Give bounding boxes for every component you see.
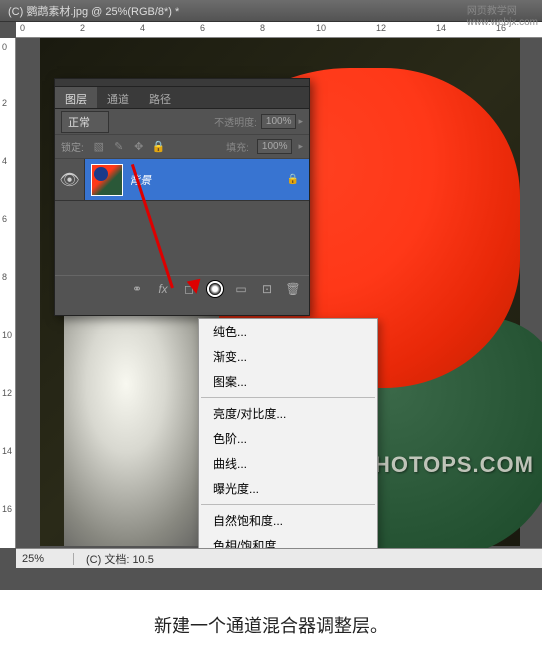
watermark-bottom: PHOTOPS.COM [358, 452, 534, 478]
visibility-toggle[interactable]: 👁 [55, 159, 85, 200]
link-layers-icon[interactable]: ⚭ [129, 281, 145, 297]
menu-brightness-contrast[interactable]: 亮度/对比度... [199, 401, 377, 426]
ruler-horizontal: 0 2 4 6 8 10 12 14 16 [16, 22, 542, 38]
menu-separator [201, 504, 375, 505]
status-bar: 25% (C) 文档: 10.5 [16, 548, 542, 568]
app-window: 网页教学网 www.webjx.com (C) 鹦鹉素材.jpg @ 25%(R… [0, 0, 542, 590]
menu-separator [201, 397, 375, 398]
lock-transparency-icon[interactable]: ▧ [92, 140, 106, 154]
menu-hue-saturation[interactable]: 色相/饱和度... [199, 533, 377, 548]
layer-list: 👁 背景 🔒 [55, 159, 309, 275]
fill-value[interactable]: 100% [257, 139, 293, 154]
menu-curves[interactable]: 曲线... [199, 451, 377, 476]
doc-info[interactable]: (C) 文档: 10.5 [74, 551, 154, 567]
zoom-level[interactable]: 25% [16, 553, 74, 565]
tab-layers[interactable]: 图层 [55, 87, 97, 108]
menu-gradient[interactable]: 渐变... [199, 344, 377, 369]
eye-icon: 👁 [59, 170, 79, 190]
layers-panel-footer: ⚭ fx ◻ ▭ ⊡ 🗑 [55, 275, 309, 301]
opacity-label: 不透明度: [214, 114, 257, 129]
panel-grip[interactable] [55, 79, 309, 87]
adjustment-layer-menu: 纯色... 渐变... 图案... 亮度/对比度... 色阶... 曲线... … [198, 318, 378, 548]
new-group-icon[interactable]: ▭ [233, 281, 249, 297]
panel-tabs: 图层 通道 路径 [55, 87, 309, 109]
fill-label: 填充: [226, 139, 249, 154]
canvas-area[interactable]: 图层 通道 路径 正常 不透明度: 100% ▸ 锁定: ▧ ✎ ✥ [16, 38, 542, 548]
lock-badge-icon: 🔒 [287, 174, 299, 185]
chevron-right-icon[interactable]: ▸ [298, 141, 303, 152]
menu-pattern[interactable]: 图案... [199, 369, 377, 394]
tab-paths[interactable]: 路径 [139, 87, 181, 108]
adjustment-layer-icon[interactable] [207, 281, 223, 297]
menu-exposure[interactable]: 曝光度... [199, 476, 377, 501]
layer-item-background[interactable]: 👁 背景 🔒 [55, 159, 309, 201]
lock-label: 锁定: [61, 139, 84, 154]
lock-position-icon[interactable]: ✥ [132, 140, 146, 154]
lock-all-icon[interactable]: 🔒 [152, 140, 166, 154]
document-title-bar: (C) 鹦鹉素材.jpg @ 25%(RGB/8*) * [0, 0, 542, 22]
blend-mode-select[interactable]: 正常 [61, 111, 109, 133]
watermark-top: 网页教学网 www.webjx.com [467, 2, 538, 28]
new-layer-icon[interactable]: ⊡ [259, 281, 275, 297]
layers-panel: 图层 通道 路径 正常 不透明度: 100% ▸ 锁定: ▧ ✎ ✥ [54, 78, 310, 316]
lock-paint-icon[interactable]: ✎ [112, 140, 126, 154]
menu-levels[interactable]: 色阶... [199, 426, 377, 451]
ruler-vertical: 0 2 4 6 8 10 12 14 16 [0, 38, 16, 548]
delete-layer-icon[interactable]: 🗑 [285, 281, 301, 297]
instruction-caption: 新建一个通道混合器调整层。 [0, 590, 542, 660]
chevron-right-icon[interactable]: ▸ [298, 116, 303, 127]
layer-thumbnail[interactable] [91, 164, 123, 196]
menu-vibrance[interactable]: 自然饱和度... [199, 508, 377, 533]
menu-solid-color[interactable]: 纯色... [199, 319, 377, 344]
annotation-arrow-head [187, 279, 204, 296]
tab-channels[interactable]: 通道 [97, 87, 139, 108]
opacity-value[interactable]: 100% [261, 114, 297, 129]
